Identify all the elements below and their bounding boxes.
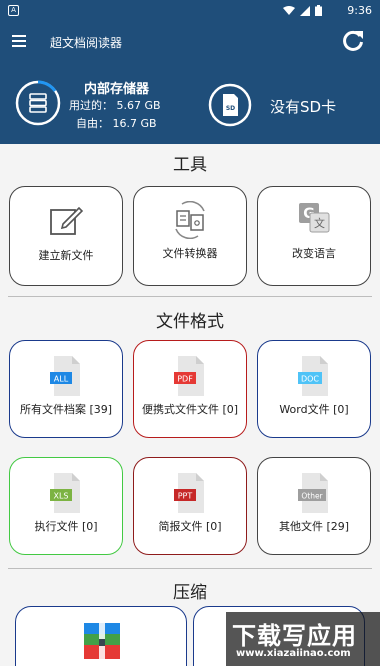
- pdf-files-label: 便携式文件文件 [0]: [141, 403, 239, 416]
- all-files-label: 所有文件档案 [39]: [19, 403, 113, 416]
- notification-app-icon: A: [8, 5, 19, 16]
- formats-divider: [8, 568, 372, 569]
- tools-section-title: 工具: [173, 155, 207, 175]
- all-files-badge: ALL: [54, 375, 69, 384]
- ppt-files-label: 简报文件 [0]: [158, 520, 222, 533]
- new-file-pencil-icon: [50, 206, 84, 235]
- status-bar: A 9:36: [0, 0, 380, 22]
- watermark-title: 下载写应用: [232, 622, 357, 650]
- other-files-card[interactable]: Other 其他文件 [29]: [257, 457, 371, 555]
- refresh-button[interactable]: [340, 28, 368, 56]
- change-language-label: 改变语言: [292, 247, 336, 260]
- file-converter-card[interactable]: 文件转换器: [133, 186, 247, 286]
- app-bar: 超文档阅读器: [0, 22, 380, 66]
- free-space: 自由： 16.7 GB: [76, 115, 157, 131]
- hamburger-menu-icon: [12, 35, 26, 47]
- internal-storage-title: 内部存储器: [84, 82, 150, 97]
- pdf-files-card[interactable]: PDF 便携式文件文件 [0]: [133, 340, 247, 438]
- used-label: 用过的：: [69, 99, 113, 112]
- doc-badge: DOC: [301, 375, 319, 384]
- excel-files-card[interactable]: XLS 执行文件 [0]: [9, 457, 123, 555]
- storage-panel: 内部存储器 用过的： 5.67 GB 自由： 16.7 GB SD 没有SD卡: [0, 66, 380, 144]
- formats-section-title: 文件格式: [156, 312, 224, 332]
- translate-icon: G 文: [299, 203, 330, 233]
- new-file-label: 建立新文件: [38, 249, 94, 262]
- word-files-card[interactable]: DOC Word文件 [0]: [257, 340, 371, 438]
- used-value: 5.67 GB: [116, 99, 161, 112]
- zip-files-card[interactable]: [15, 606, 187, 666]
- svg-text:文: 文: [314, 216, 325, 230]
- status-time: 9:36: [347, 4, 372, 17]
- watermark-overlay: 下载写应用 www.xiazaiinao.com: [226, 612, 380, 666]
- file-converter-label: 文件转换器: [162, 247, 218, 260]
- all-files-icon: ALL: [50, 356, 80, 396]
- wifi-icon: [283, 5, 295, 15]
- change-language-card[interactable]: G 文 改变语言: [257, 186, 371, 286]
- doc-file-icon: DOC: [298, 356, 328, 396]
- menu-button[interactable]: [12, 32, 32, 52]
- excel-files-label: 执行文件 [0]: [34, 520, 98, 533]
- other-badge: Other: [301, 492, 323, 501]
- sd-card-icon[interactable]: SD: [208, 83, 252, 127]
- ppt-file-icon: PPT: [174, 473, 204, 513]
- pdf-file-icon: PDF: [174, 356, 204, 396]
- compress-section-title: 压缩: [173, 583, 207, 603]
- other-file-icon: Other: [298, 473, 328, 513]
- free-value: 16.7 GB: [112, 117, 157, 130]
- new-file-card[interactable]: 建立新文件: [9, 186, 123, 286]
- status-icons: [283, 5, 322, 16]
- sd-icon-text: SD: [226, 105, 235, 112]
- app-title: 超文档阅读器: [50, 36, 123, 50]
- file-converter-icon: [175, 201, 205, 239]
- other-files-label: 其他文件 [29]: [278, 520, 350, 533]
- watermark-url: www.xiazaiinao.com: [236, 648, 351, 659]
- signal-icon: [300, 5, 310, 16]
- sd-card-status: 没有SD卡: [270, 98, 337, 116]
- tools-divider: [8, 296, 372, 297]
- xls-file-icon: XLS: [50, 473, 80, 513]
- battery-icon: [315, 5, 322, 16]
- archive-zip-icon: [84, 623, 120, 659]
- xls-badge: XLS: [53, 492, 68, 501]
- word-files-label: Word文件 [0]: [279, 403, 349, 416]
- all-files-card[interactable]: ALL 所有文件档案 [39]: [9, 340, 123, 438]
- free-label: 自由：: [76, 117, 109, 130]
- internal-storage-icon[interactable]: [14, 79, 62, 127]
- used-space: 用过的： 5.67 GB: [69, 97, 161, 113]
- pdf-badge: PDF: [177, 375, 193, 384]
- ppt-badge: PPT: [178, 492, 193, 501]
- refresh-icon: [343, 30, 363, 51]
- ppt-files-card[interactable]: PPT 简报文件 [0]: [133, 457, 247, 555]
